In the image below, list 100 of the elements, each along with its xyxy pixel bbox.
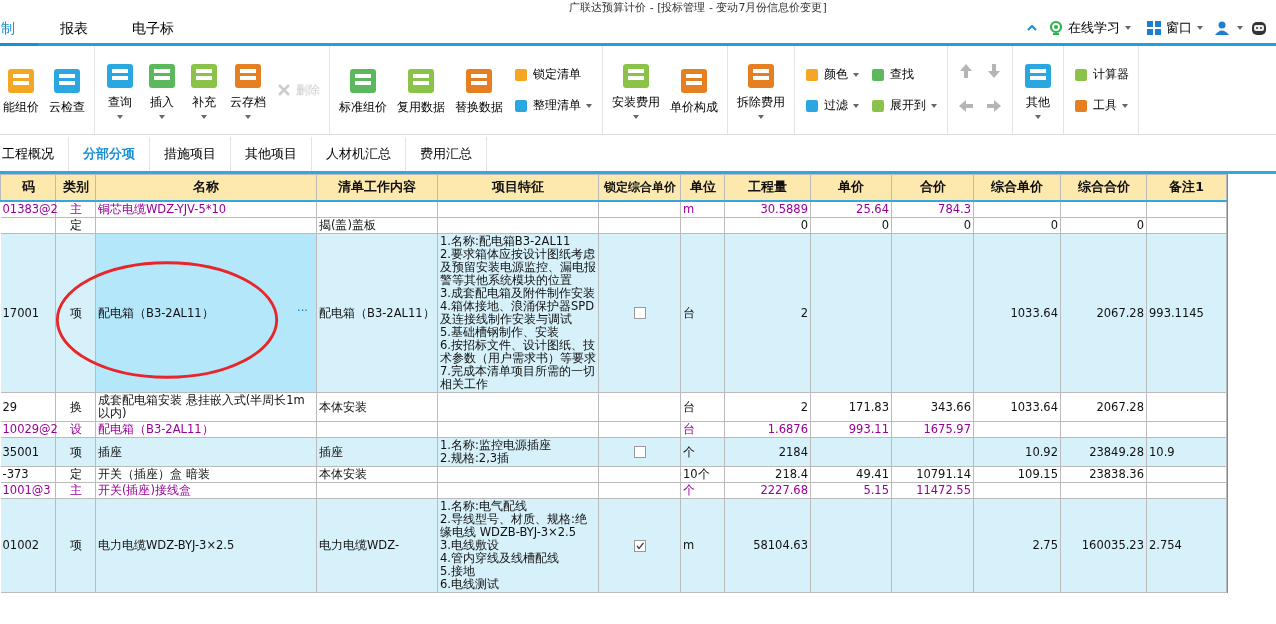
menu-button[interactable]: 窗口 <box>1142 19 1208 37</box>
table-cell: 换 <box>55 392 96 422</box>
toolbar-button[interactable]: 补充 <box>185 55 223 125</box>
toolbar-button[interactable]: 展开到 <box>867 94 941 117</box>
checkbox[interactable] <box>633 307 646 319</box>
table-cell: 10029@2 <box>0 421 56 438</box>
table-cell: m <box>680 201 725 218</box>
page-tab[interactable]: 分部分项 <box>69 137 150 171</box>
ribbon-tab[interactable]: 制 <box>0 14 38 46</box>
toolbar-button[interactable]: 工具 <box>1070 94 1132 117</box>
toolbar-button[interactable]: 其他 <box>1019 55 1057 125</box>
table-cell[interactable]: 开关(插座)接线盒 <box>95 482 317 499</box>
feature-line: 4.箱体接地、浪涌保护器SPD及连接线制作安装与调试 <box>440 300 596 326</box>
table-cell: 定 <box>55 466 96 483</box>
feature-line: 3.电线敷设 <box>440 539 499 552</box>
table-cell[interactable]: 成套配电箱安装 悬挂嵌入式(半周长1m以内) <box>95 392 317 422</box>
table-cell: 1.6876 <box>724 421 811 438</box>
table-cell[interactable]: 开关（插座）盒 暗装 <box>95 466 317 483</box>
toolbar-icon <box>1073 97 1089 114</box>
column-header[interactable]: 码 <box>0 174 56 201</box>
table-cell: 11472.55 <box>891 482 974 499</box>
column-header[interactable]: 名称 <box>95 174 317 201</box>
column-header[interactable]: 工程量 <box>724 174 811 201</box>
column-header[interactable]: 类别 <box>55 174 96 201</box>
page-tab[interactable]: 费用汇总 <box>406 137 487 171</box>
feature-line: 1.名称:电气配线 <box>440 500 528 513</box>
table-cell[interactable]: 电力电缆WDZ-BYJ-3×2.5 <box>95 498 317 593</box>
toolbar-button[interactable]: 查找 <box>867 63 941 86</box>
table-cell: 171.83 <box>810 392 892 422</box>
table-cell: 2 <box>724 392 811 422</box>
dropdown-caret-icon <box>1121 101 1129 110</box>
dropdown-caret-icon <box>1034 112 1042 121</box>
table-cell: 218.4 <box>724 466 811 483</box>
table-cell[interactable]: 配电箱（B3-2AL11） <box>95 421 317 438</box>
menu-button[interactable]: 在线学习 <box>1044 19 1136 37</box>
column-header[interactable]: 项目特征 <box>437 174 599 201</box>
page-tab[interactable]: 其他项目 <box>231 137 312 171</box>
table-cell: 1033.64 <box>973 392 1061 422</box>
toolbar-button[interactable]: 拆除费用 <box>734 55 788 125</box>
checkbox[interactable] <box>633 539 646 552</box>
dropdown-caret-icon <box>200 112 208 121</box>
table-cell: 29 <box>0 392 56 422</box>
toolbar-button[interactable]: 过滤 <box>801 94 863 117</box>
table-cell[interactable]: 配电箱（B3-2AL11） ··· <box>95 233 317 393</box>
toolbar-button[interactable]: 云检查 <box>46 60 88 120</box>
column-header[interactable]: 综合单价 <box>973 174 1061 201</box>
toolbar-button[interactable]: 锁定清单 <box>510 63 596 86</box>
toolbar-icon <box>804 97 820 114</box>
table-cell: 2.75 <box>973 498 1061 593</box>
table-cell[interactable] <box>95 217 317 234</box>
toolbar-button[interactable]: 单价构成 <box>667 60 721 120</box>
toolbar-button[interactable]: 安装费用 <box>609 55 663 125</box>
page-tab[interactable]: 工程概况 <box>0 137 69 171</box>
column-header[interactable]: 锁定综合单价 <box>598 174 681 201</box>
arrow-icon <box>986 98 1002 114</box>
table-cell: 2184 <box>724 437 811 467</box>
ribbon-tab[interactable]: 报表 <box>38 14 110 46</box>
ribbon-tab[interactable]: 电子标 <box>110 14 196 46</box>
column-header[interactable]: 清单工作内容 <box>316 174 438 201</box>
toolbar-button[interactable]: 计算器 <box>1070 63 1132 86</box>
table-cell: 电力电缆WDZ- <box>316 498 438 593</box>
toolbar-button[interactable]: 替换数据 <box>452 60 506 120</box>
dropdown-caret-icon <box>1196 24 1204 32</box>
toolbar-button[interactable]: 标准组价 <box>336 60 390 120</box>
table-cell <box>0 217 56 234</box>
toolbar-icon <box>1073 66 1089 83</box>
checkbox[interactable] <box>633 446 646 458</box>
page-tab[interactable]: 人材机汇总 <box>312 137 406 171</box>
table-cell: 0 <box>1060 217 1147 234</box>
column-header[interactable]: 单价 <box>810 174 892 201</box>
toolbar-button[interactable]: 整理清单 <box>510 94 596 117</box>
column-header[interactable]: 备注1 <box>1146 174 1227 201</box>
column-header[interactable]: 单位 <box>680 174 725 201</box>
table-cell[interactable]: 插座 <box>95 437 317 467</box>
toolbar-button[interactable]: 能组价 <box>0 60 42 120</box>
toolbar-icon <box>870 97 886 114</box>
feature-line: 6.按招标文件、设计图纸、技术参数（用户需求书）等要求 <box>440 339 596 365</box>
user-icon[interactable] <box>1214 20 1230 36</box>
more-button[interactable]: ··· <box>297 305 308 318</box>
column-header[interactable]: 综合合价 <box>1060 174 1147 201</box>
toolbar-button[interactable]: 复用数据 <box>394 60 448 120</box>
feature-line: 3.成套配电箱及附件制作安装 <box>440 287 596 300</box>
toolbar-button[interactable]: 云存档 <box>227 55 269 125</box>
table-cell: 1675.97 <box>891 421 974 438</box>
table-cell: 10.9 <box>1146 437 1227 467</box>
robot-icon[interactable] <box>1250 19 1268 37</box>
dropdown-caret-icon[interactable] <box>1236 24 1244 32</box>
dropdown-caret-icon <box>852 70 860 79</box>
table-cell: 993.11 <box>810 421 892 438</box>
page-tab[interactable]: 措施项目 <box>150 137 231 171</box>
toolbar-button[interactable]: 查询 <box>101 55 139 125</box>
toolbar-icon <box>513 66 529 83</box>
toolbar-button[interactable]: 插入 <box>143 55 181 125</box>
toolbar-button[interactable]: 颜色 <box>801 63 863 86</box>
table-cell: 30.5889 <box>724 201 811 218</box>
column-header[interactable]: 合价 <box>891 174 974 201</box>
table-cell: 1001@3 <box>0 482 56 499</box>
table-cell[interactable]: 铜芯电缆WDZ-YJV-5*10 <box>95 201 317 218</box>
table-cell: 本体安装 <box>316 466 438 483</box>
feature-line: 2.导线型号、材质、规格:绝缘电线 WDZB-BYJ-3×2.5 <box>440 513 588 539</box>
